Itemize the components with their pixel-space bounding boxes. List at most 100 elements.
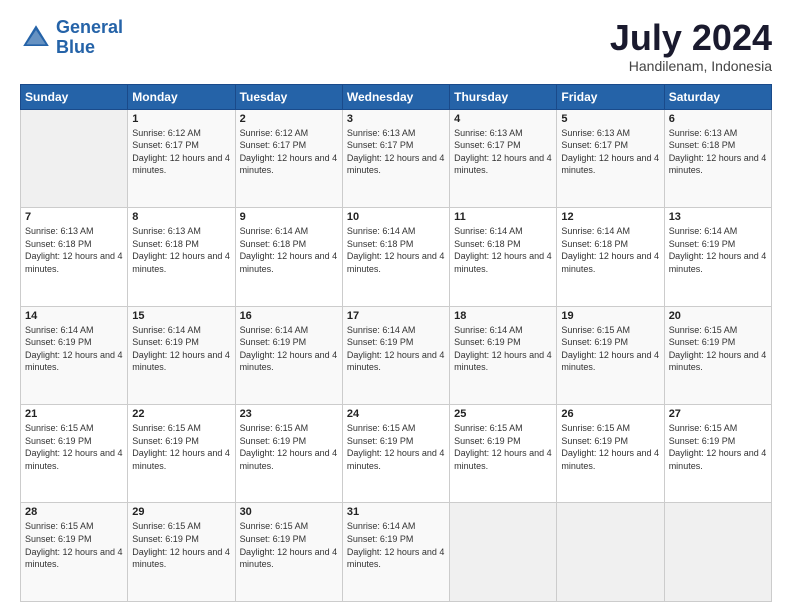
- day-number: 25: [454, 408, 552, 420]
- page: General Blue July 2024 Handilenam, Indon…: [0, 0, 792, 612]
- calendar-week-3: 21 Sunrise: 6:15 AMSunset: 6:19 PMDayligh…: [21, 405, 772, 503]
- calendar-cell: 30 Sunrise: 6:15 AMSunset: 6:19 PMDayligh…: [235, 503, 342, 602]
- day-number: 1: [132, 113, 230, 125]
- logo-text: General Blue: [56, 18, 123, 58]
- day-number: 8: [132, 211, 230, 223]
- day-info: Sunrise: 6:13 AMSunset: 6:17 PMDaylight:…: [454, 127, 552, 177]
- day-info: Sunrise: 6:14 AMSunset: 6:19 PMDaylight:…: [454, 324, 552, 374]
- day-info: Sunrise: 6:15 AMSunset: 6:19 PMDaylight:…: [25, 422, 123, 472]
- day-number: 12: [561, 211, 659, 223]
- calendar-cell: 18Sunrise: 6:14 AMSunset: 6:19 PMDayligh…: [450, 306, 557, 404]
- calendar-cell: 6 Sunrise: 6:13 AMSunset: 6:18 PMDaylight…: [664, 109, 771, 207]
- calendar-cell: 12Sunrise: 6:14 AMSunset: 6:18 PMDayligh…: [557, 208, 664, 306]
- day-info: Sunrise: 6:15 AMSunset: 6:19 PMDaylight:…: [561, 422, 659, 472]
- day-info: Sunrise: 6:15 AMSunset: 6:19 PMDaylight:…: [132, 422, 230, 472]
- day-number: 9: [240, 211, 338, 223]
- day-info: Sunrise: 6:15 AMSunset: 6:19 PMDaylight:…: [25, 520, 123, 570]
- day-number: 24: [347, 408, 445, 420]
- day-info: Sunrise: 6:13 AMSunset: 6:17 PMDaylight:…: [561, 127, 659, 177]
- calendar-week-1: 7 Sunrise: 6:13 AMSunset: 6:18 PMDaylight…: [21, 208, 772, 306]
- day-info: Sunrise: 6:14 AMSunset: 6:19 PMDaylight:…: [132, 324, 230, 374]
- logo: General Blue: [20, 18, 123, 58]
- day-info: Sunrise: 6:15 AMSunset: 6:19 PMDaylight:…: [132, 520, 230, 570]
- calendar-cell: 19 Sunrise: 6:15 AMSunset: 6:19 PMDayligh…: [557, 306, 664, 404]
- weekday-row: Sunday Monday Tuesday Wednesday Thursday…: [21, 84, 772, 109]
- day-number: 28: [25, 506, 123, 518]
- day-info: Sunrise: 6:13 AMSunset: 6:18 PMDaylight:…: [25, 225, 123, 275]
- day-number: 4: [454, 113, 552, 125]
- day-info: Sunrise: 6:14 AMSunset: 6:19 PMDaylight:…: [240, 324, 338, 374]
- day-number: 27: [669, 408, 767, 420]
- calendar-week-2: 14 Sunrise: 6:14 AMSunset: 6:19 PMDayligh…: [21, 306, 772, 404]
- calendar-cell: 26Sunrise: 6:15 AMSunset: 6:19 PMDayligh…: [557, 405, 664, 503]
- col-monday: Monday: [128, 84, 235, 109]
- day-info: Sunrise: 6:15 AMSunset: 6:19 PMDaylight:…: [561, 324, 659, 374]
- calendar-cell: 4 Sunrise: 6:13 AMSunset: 6:17 PMDaylight…: [450, 109, 557, 207]
- day-number: 7: [25, 211, 123, 223]
- day-info: Sunrise: 6:14 AMSunset: 6:19 PMDaylight:…: [669, 225, 767, 275]
- logo-line1: General: [56, 17, 123, 37]
- header: General Blue July 2024 Handilenam, Indon…: [20, 18, 772, 74]
- day-info: Sunrise: 6:15 AMSunset: 6:19 PMDaylight:…: [347, 422, 445, 472]
- day-number: 30: [240, 506, 338, 518]
- calendar-cell: [21, 109, 128, 207]
- calendar-body: 1 Sunrise: 6:12 AMSunset: 6:17 PMDaylight…: [21, 109, 772, 601]
- calendar-cell: 28 Sunrise: 6:15 AMSunset: 6:19 PMDayligh…: [21, 503, 128, 602]
- calendar-cell: 13Sunrise: 6:14 AMSunset: 6:19 PMDayligh…: [664, 208, 771, 306]
- calendar-cell: [450, 503, 557, 602]
- day-number: 3: [347, 113, 445, 125]
- calendar-cell: 23 Sunrise: 6:15 AMSunset: 6:19 PMDayligh…: [235, 405, 342, 503]
- day-info: Sunrise: 6:15 AMSunset: 6:19 PMDaylight:…: [669, 422, 767, 472]
- day-number: 16: [240, 310, 338, 322]
- day-number: 15: [132, 310, 230, 322]
- calendar-cell: 27 Sunrise: 6:15 AMSunset: 6:19 PMDayligh…: [664, 405, 771, 503]
- calendar-cell: 14 Sunrise: 6:14 AMSunset: 6:19 PMDayligh…: [21, 306, 128, 404]
- day-info: Sunrise: 6:14 AMSunset: 6:19 PMDaylight:…: [347, 324, 445, 374]
- calendar-cell: 29Sunrise: 6:15 AMSunset: 6:19 PMDayligh…: [128, 503, 235, 602]
- day-number: 23: [240, 408, 338, 420]
- col-saturday: Saturday: [664, 84, 771, 109]
- day-info: Sunrise: 6:12 AMSunset: 6:17 PMDaylight:…: [132, 127, 230, 177]
- calendar-cell: 7 Sunrise: 6:13 AMSunset: 6:18 PMDaylight…: [21, 208, 128, 306]
- day-number: 21: [25, 408, 123, 420]
- day-number: 10: [347, 211, 445, 223]
- col-friday: Friday: [557, 84, 664, 109]
- calendar-cell: 2Sunrise: 6:12 AMSunset: 6:17 PMDaylight…: [235, 109, 342, 207]
- calendar-week-0: 1 Sunrise: 6:12 AMSunset: 6:17 PMDaylight…: [21, 109, 772, 207]
- col-tuesday: Tuesday: [235, 84, 342, 109]
- calendar-cell: 8 Sunrise: 6:13 AMSunset: 6:18 PMDaylight…: [128, 208, 235, 306]
- calendar-cell: [557, 503, 664, 602]
- day-number: 5: [561, 113, 659, 125]
- day-info: Sunrise: 6:13 AMSunset: 6:17 PMDaylight:…: [347, 127, 445, 177]
- calendar-cell: 9 Sunrise: 6:14 AMSunset: 6:18 PMDaylight…: [235, 208, 342, 306]
- day-info: Sunrise: 6:15 AMSunset: 6:19 PMDaylight:…: [240, 422, 338, 472]
- day-number: 20: [669, 310, 767, 322]
- calendar-cell: 25 Sunrise: 6:15 AMSunset: 6:19 PMDayligh…: [450, 405, 557, 503]
- day-info: Sunrise: 6:15 AMSunset: 6:19 PMDaylight:…: [240, 520, 338, 570]
- logo-line2: Blue: [56, 37, 95, 57]
- calendar-cell: 24 Sunrise: 6:15 AMSunset: 6:19 PMDayligh…: [342, 405, 449, 503]
- day-info: Sunrise: 6:14 AMSunset: 6:18 PMDaylight:…: [240, 225, 338, 275]
- calendar-cell: 20Sunrise: 6:15 AMSunset: 6:19 PMDayligh…: [664, 306, 771, 404]
- calendar-cell: [664, 503, 771, 602]
- day-info: Sunrise: 6:15 AMSunset: 6:19 PMDaylight:…: [454, 422, 552, 472]
- col-wednesday: Wednesday: [342, 84, 449, 109]
- day-info: Sunrise: 6:13 AMSunset: 6:18 PMDaylight:…: [669, 127, 767, 177]
- calendar-cell: 5 Sunrise: 6:13 AMSunset: 6:17 PMDaylight…: [557, 109, 664, 207]
- day-info: Sunrise: 6:14 AMSunset: 6:19 PMDaylight:…: [347, 520, 445, 570]
- day-number: 6: [669, 113, 767, 125]
- calendar-cell: 10Sunrise: 6:14 AMSunset: 6:18 PMDayligh…: [342, 208, 449, 306]
- day-number: 19: [561, 310, 659, 322]
- location: Handilenam, Indonesia: [610, 58, 772, 74]
- col-sunday: Sunday: [21, 84, 128, 109]
- day-number: 14: [25, 310, 123, 322]
- month-title: July 2024: [610, 18, 772, 58]
- calendar-cell: 1 Sunrise: 6:12 AMSunset: 6:17 PMDaylight…: [128, 109, 235, 207]
- day-number: 17: [347, 310, 445, 322]
- calendar-header: Sunday Monday Tuesday Wednesday Thursday…: [21, 84, 772, 109]
- day-number: 2: [240, 113, 338, 125]
- day-info: Sunrise: 6:13 AMSunset: 6:18 PMDaylight:…: [132, 225, 230, 275]
- calendar-cell: 3 Sunrise: 6:13 AMSunset: 6:17 PMDaylight…: [342, 109, 449, 207]
- day-number: 31: [347, 506, 445, 518]
- day-info: Sunrise: 6:14 AMSunset: 6:19 PMDaylight:…: [25, 324, 123, 374]
